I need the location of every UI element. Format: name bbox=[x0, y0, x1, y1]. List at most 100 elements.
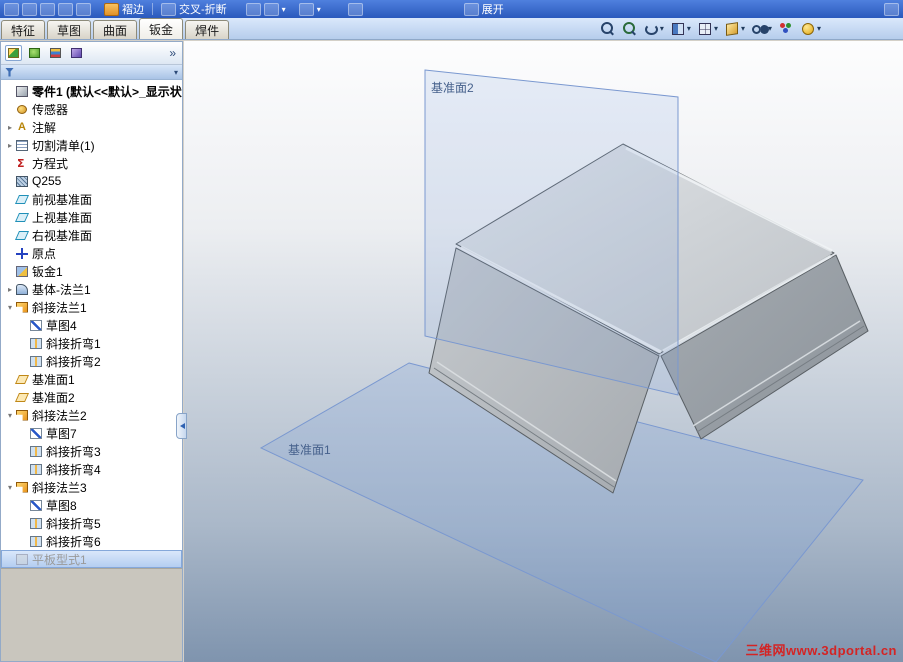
toolbar-icon[interactable] bbox=[347, 2, 363, 16]
tree-item[interactable]: 基准面1 bbox=[1, 370, 182, 388]
property-manager-tab-icon[interactable] bbox=[26, 45, 43, 61]
expand-arrow-icon[interactable]: ▸ bbox=[5, 285, 15, 294]
view-orientation-button[interactable]: ▾ bbox=[695, 20, 720, 36]
toolbar-icon[interactable] bbox=[4, 2, 19, 16]
tree-item[interactable]: 草图4 bbox=[1, 316, 182, 334]
tree-item[interactable]: 前视基准面 bbox=[1, 190, 182, 208]
expand-arrow-icon[interactable]: ▸ bbox=[5, 123, 15, 132]
toolbar-icon[interactable] bbox=[22, 2, 37, 16]
tree-item[interactable]: 斜接折弯2 bbox=[1, 352, 182, 370]
toolbar-icon[interactable] bbox=[58, 2, 73, 16]
tree-item[interactable]: 斜接折弯4 bbox=[1, 460, 182, 478]
previous-view-button[interactable]: ▾ bbox=[641, 20, 666, 36]
tab-sketch[interactable]: 草图 bbox=[47, 20, 92, 39]
toolbar-icon[interactable] bbox=[76, 2, 91, 16]
dropdown-arrow-icon[interactable]: ▾ bbox=[660, 24, 664, 33]
display-style-button[interactable]: ▾ bbox=[722, 20, 747, 36]
origin-icon bbox=[15, 247, 29, 260]
unfold-button[interactable]: 展开 bbox=[462, 1, 506, 17]
dropdown-arrow-icon[interactable]: ▾ bbox=[714, 24, 718, 33]
tree-item-label: 斜接法兰3 bbox=[32, 480, 87, 495]
section-view-button[interactable]: ▾ bbox=[668, 20, 693, 36]
dimxpert-manager-tab-icon[interactable] bbox=[68, 45, 85, 61]
hem-button[interactable]: 褶边 bbox=[102, 1, 146, 17]
expand-arrow-icon[interactable]: ▾ bbox=[5, 411, 15, 420]
toolbar-icon[interactable] bbox=[245, 2, 261, 16]
display-style-icon bbox=[724, 21, 740, 35]
tree-item[interactable]: 钣金1 bbox=[1, 262, 182, 280]
miter-bend-icon bbox=[29, 517, 43, 530]
tree-item[interactable]: 平板型式1 bbox=[1, 550, 182, 568]
tree-item[interactable]: Q255 bbox=[1, 172, 182, 190]
ref-plane-icon bbox=[15, 373, 29, 386]
plane-icon bbox=[15, 229, 29, 242]
tree-item[interactable]: ▾ 斜接法兰1 bbox=[1, 298, 182, 316]
tree-item[interactable]: 原点 bbox=[1, 244, 182, 262]
edit-appearance-icon bbox=[778, 21, 794, 35]
tab-features[interactable]: 特征 bbox=[1, 20, 46, 39]
plane-icon bbox=[15, 211, 29, 224]
tab-sheet-metal[interactable]: 钣金 bbox=[139, 18, 184, 39]
tree-item[interactable]: 斜接折弯6 bbox=[1, 532, 182, 550]
view-toolbar: ▾ ▾ ▾ ▾ ▾ ▾ bbox=[597, 20, 823, 39]
toolbar-icon[interactable] bbox=[40, 2, 55, 16]
tree-item[interactable]: 右视基准面 bbox=[1, 226, 182, 244]
view-orientation-icon bbox=[697, 21, 713, 35]
miter-flange-icon bbox=[15, 301, 29, 314]
tree-item[interactable]: ▾ 斜接法兰3 bbox=[1, 478, 182, 496]
hide-show-items-button[interactable]: ▾ bbox=[749, 20, 774, 36]
dropdown-arrow-icon[interactable]: ▾ bbox=[817, 24, 821, 33]
zoom-area-button[interactable] bbox=[619, 20, 639, 36]
tree-item[interactable]: ▾ 斜接法兰2 bbox=[1, 406, 182, 424]
expand-arrow-icon[interactable]: ▾ bbox=[5, 303, 15, 312]
tree-item[interactable]: 上视基准面 bbox=[1, 208, 182, 226]
tree-item[interactable]: ▸ 切割清单(1) bbox=[1, 136, 182, 154]
feature-manager-tab-icon[interactable] bbox=[5, 45, 22, 61]
configuration-manager-tab-icon[interactable] bbox=[47, 45, 64, 61]
tab-weldments[interactable]: 焊件 bbox=[185, 20, 230, 39]
tree-item[interactable]: 草图8 bbox=[1, 496, 182, 514]
toolbar-icon[interactable] bbox=[263, 2, 279, 16]
filter-funnel-icon[interactable] bbox=[5, 67, 14, 77]
panel-collapse-tab[interactable] bbox=[176, 413, 187, 439]
tree-item[interactable]: ▸ 基体-法兰1 bbox=[1, 280, 182, 298]
dropdown-arrow-icon[interactable]: ▾ bbox=[741, 24, 745, 33]
sensors-icon bbox=[15, 103, 29, 116]
tree-item-label: 方程式 bbox=[32, 156, 69, 171]
toolbar-separator bbox=[152, 3, 153, 15]
tree-item-label: 右视基准面 bbox=[32, 228, 93, 243]
tree-item[interactable]: 斜接折弯3 bbox=[1, 442, 182, 460]
apply-scene-button[interactable]: ▾ bbox=[798, 20, 823, 36]
tree-item[interactable]: 斜接折弯1 bbox=[1, 334, 182, 352]
filter-dropdown-arrow-icon[interactable]: ▾ bbox=[174, 68, 178, 77]
expand-arrow-icon[interactable]: ▸ bbox=[5, 141, 15, 150]
tab-surfaces[interactable]: 曲面 bbox=[93, 20, 138, 39]
tree-item[interactable]: ▸ 注解 bbox=[1, 118, 182, 136]
cross-break-button[interactable]: 交叉-折断 bbox=[159, 1, 229, 17]
tree-item[interactable]: 斜接折弯5 bbox=[1, 514, 182, 532]
toolbar-icon[interactable] bbox=[884, 2, 899, 16]
tree-item[interactable]: 传感器 bbox=[1, 100, 182, 118]
edit-appearance-button[interactable] bbox=[776, 20, 796, 36]
dropdown-arrow-icon[interactable]: ▾ bbox=[687, 24, 691, 33]
dropdown-arrow-icon[interactable]: ▾ bbox=[317, 5, 321, 14]
tree-item[interactable]: 草图7 bbox=[1, 424, 182, 442]
tree-item[interactable]: 基准面2 bbox=[1, 388, 182, 406]
toolbar-icon[interactable] bbox=[298, 2, 314, 16]
graphics-viewport[interactable]: 基准面1 基准面2 三维网www.3dportal.cn bbox=[184, 41, 903, 662]
tree-item[interactable]: 零件1 (默认<<默认>_显示状态 bbox=[1, 82, 182, 100]
tree-item[interactable]: 方程式 bbox=[1, 154, 182, 172]
tree-item-label: 零件1 (默认<<默认>_显示状态 bbox=[32, 84, 182, 99]
dropdown-arrow-icon[interactable]: ▾ bbox=[768, 24, 772, 33]
dropdown-arrow-icon[interactable]: ▾ bbox=[282, 5, 286, 14]
tree-item-label: 斜接折弯1 bbox=[46, 336, 101, 351]
viewport-canvas[interactable]: 基准面1 基准面2 bbox=[184, 41, 903, 662]
expand-arrow-icon[interactable]: ▾ bbox=[5, 483, 15, 492]
zoom-fit-button[interactable] bbox=[597, 20, 617, 36]
panel-overflow-button[interactable]: » bbox=[169, 46, 178, 60]
